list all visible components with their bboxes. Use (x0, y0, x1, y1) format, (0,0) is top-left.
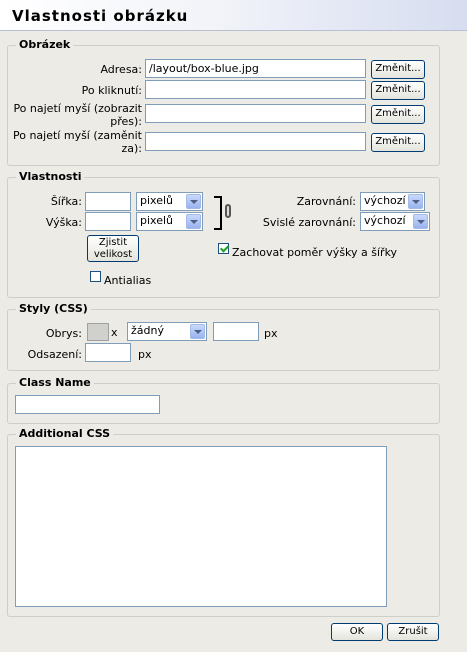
ok-button[interactable]: OK (331, 623, 383, 641)
styles-section-legend: Styly (CSS) (16, 302, 91, 316)
keep-ratio-label: Zachovat poměr výšky a šířky (232, 246, 398, 259)
height-unit-value: pixelů (140, 214, 174, 227)
height-unit-select[interactable]: pixelů (136, 212, 203, 231)
width-unit-value: pixelů (140, 194, 174, 207)
antialias-checkbox[interactable] (90, 271, 101, 282)
hover-show-input[interactable] (145, 104, 366, 123)
image-section-legend: Obrázek (16, 38, 74, 52)
chain-link-icon[interactable] (225, 204, 231, 218)
detect-size-button[interactable]: Zjistit velikost (87, 235, 139, 262)
dialog-titlebar: Vlastnosti obrázku (0, 0, 467, 31)
onclick-label: Po kliknutí: (81, 84, 142, 97)
change-hover-replace-button[interactable]: Změnit... (371, 133, 425, 152)
additional-css-textarea[interactable] (15, 446, 387, 607)
chevron-down-icon (190, 324, 205, 339)
border-style-select[interactable]: žádný (127, 322, 207, 341)
valign-select[interactable]: výchozí (360, 212, 430, 231)
properties-section-legend: Vlastnosti (16, 170, 85, 184)
hover-replace-label-line2: za): (121, 142, 142, 155)
border-label: Obrys: (45, 327, 82, 340)
valign-value: výchozí (364, 214, 406, 227)
hover-show-label-line2: přes): (110, 115, 142, 128)
address-label: Adresa: (100, 63, 142, 76)
classname-input[interactable] (15, 395, 160, 414)
onclick-input[interactable] (145, 80, 366, 99)
hover-replace-label-line1: Po najetí myší (zaměnit (12, 129, 142, 142)
border-color-swatch[interactable] (87, 323, 109, 341)
border-width-input[interactable] (213, 322, 259, 341)
cancel-button[interactable]: Zrušit (387, 623, 439, 641)
additional-css-section-legend: Additional CSS (16, 427, 114, 441)
hover-replace-input[interactable] (145, 132, 366, 151)
antialias-label: Antialias (104, 274, 152, 287)
border-color-clear[interactable]: x (111, 326, 118, 339)
border-style-value: žádný (131, 324, 164, 337)
change-address-button[interactable]: Změnit... (371, 60, 425, 79)
detect-size-label-line2: velikost (93, 249, 133, 260)
width-input[interactable] (85, 192, 131, 211)
dialog-title: Vlastnosti obrázku (12, 7, 189, 25)
padding-input[interactable] (85, 343, 131, 362)
padding-label: Odsazení: (27, 348, 82, 361)
keep-ratio-checkbox[interactable] (218, 243, 229, 254)
width-label: Šířka: (50, 195, 82, 208)
address-input[interactable]: /layout/box-blue.jpg (145, 59, 366, 78)
hover-show-label-line1: Po najetí myší (zobrazit (13, 102, 142, 115)
align-label: Zarovnání: (296, 195, 356, 208)
change-onclick-button[interactable]: Změnit... (371, 81, 425, 100)
valign-label: Svislé zarovnání: (262, 216, 356, 229)
align-value: výchozí (364, 194, 406, 207)
chevron-down-icon (413, 214, 428, 229)
align-select[interactable]: výchozí (360, 192, 425, 211)
height-label: Výška: (45, 216, 82, 229)
classname-section-legend: Class Name (16, 376, 94, 390)
chevron-down-icon (186, 194, 201, 209)
padding-unit: px (138, 348, 152, 361)
chevron-down-icon (186, 214, 201, 229)
ratio-bracket (214, 196, 222, 230)
width-unit-select[interactable]: pixelů (136, 192, 203, 211)
border-unit: px (264, 327, 278, 340)
height-input[interactable] (85, 212, 131, 231)
detect-size-label-line1: Zjistit (98, 237, 128, 248)
chevron-down-icon (408, 194, 423, 209)
change-hover-show-button[interactable]: Změnit... (371, 105, 425, 124)
